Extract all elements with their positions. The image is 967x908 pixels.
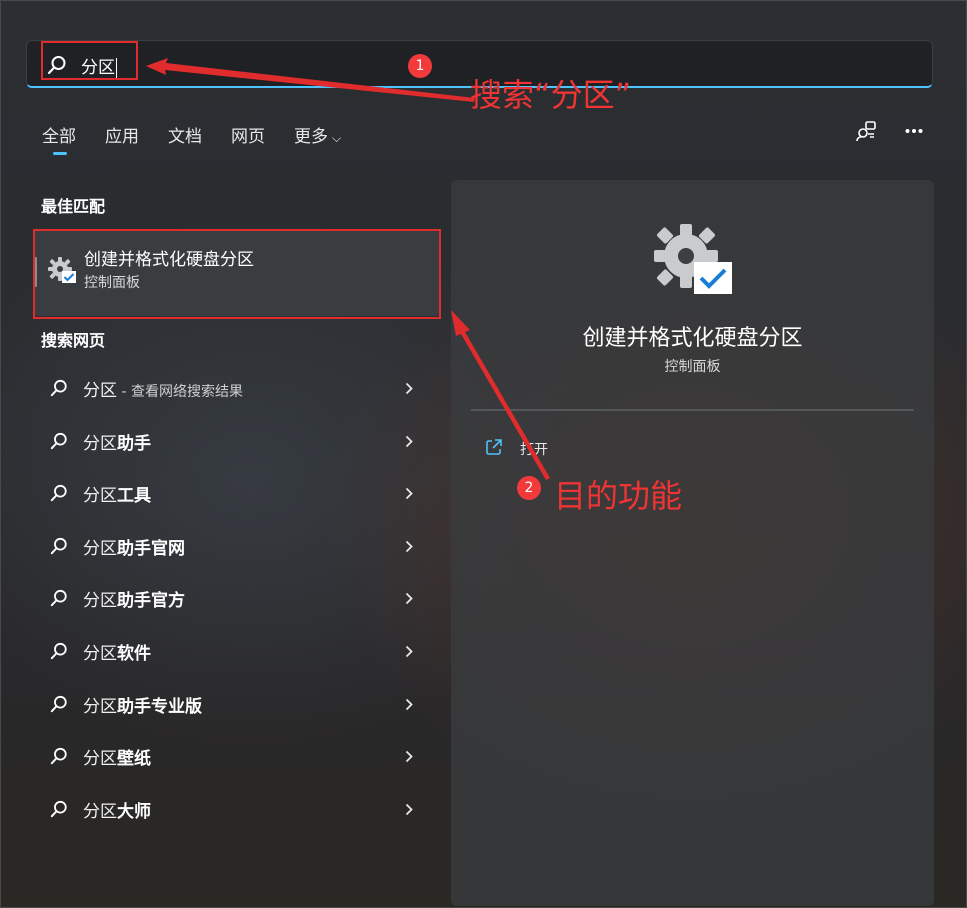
tab-more[interactable]: 更多 ⌵ (294, 122, 341, 147)
web-result-item[interactable]: 分区工具 (34, 466, 439, 519)
annotation-box-search (41, 41, 138, 80)
chevron-right-icon[interactable] (405, 696, 413, 715)
search-icon (50, 432, 68, 454)
annotation-label-2: 目的功能 (554, 477, 683, 515)
web-result-text: 分区壁纸 (83, 749, 151, 770)
web-result-item[interactable]: 分区助手官网 (34, 519, 439, 572)
annotation-label-1: 搜索“分区” (470, 76, 632, 114)
web-result-text: 分区工具 (83, 486, 151, 507)
annotation-box-best-match (33, 229, 441, 319)
annotation-badge-2: 2 (517, 476, 541, 500)
divider (471, 409, 914, 411)
more-options-icon[interactable] (905, 128, 923, 134)
tab-all[interactable]: 全部 (42, 122, 76, 155)
tab-web[interactable]: 网页 (231, 122, 265, 147)
open-external-icon (485, 438, 503, 460)
tab-documents[interactable]: 文档 (168, 122, 202, 147)
web-result-item[interactable]: 分区助手专业版 (34, 677, 439, 730)
search-icon (50, 589, 68, 611)
web-result-item[interactable]: 分区 - 查看网络搜索结果 (34, 361, 439, 414)
search-icon (50, 800, 68, 822)
chevron-right-icon[interactable] (405, 801, 413, 820)
web-result-item[interactable]: 分区壁纸 (34, 729, 439, 782)
web-result-text: 分区 - 查看网络搜索结果 (83, 381, 243, 401)
search-icon (50, 484, 68, 506)
filter-tabs: 全部 应用 文档 网页 更多 ⌵ (42, 122, 370, 155)
search-icon (50, 379, 68, 401)
preview-title: 创建并格式化硬盘分区 (582, 326, 803, 351)
settings-gear-check-icon (654, 222, 734, 302)
web-result-item[interactable]: 分区软件 (34, 624, 439, 677)
web-results-list: 分区 - 查看网络搜索结果 分区助手分区工具分区助手官网 分区助手官方 分区软件分区助… (34, 361, 439, 834)
web-result-text: 分区助手官网 (83, 538, 185, 559)
chevron-right-icon[interactable] (405, 538, 413, 557)
web-result-text: 分区大师 (83, 801, 151, 822)
tab-apps[interactable]: 应用 (105, 122, 139, 147)
web-result-text: 分区软件 (83, 643, 151, 664)
chevron-right-icon[interactable] (405, 485, 413, 504)
chevron-right-icon[interactable] (405, 380, 413, 399)
web-result-text: 分区助手专业版 (83, 696, 202, 717)
open-label: 打开 (520, 442, 548, 458)
search-icon (50, 642, 68, 664)
web-result-item[interactable]: 分区大师 (34, 782, 439, 835)
search-icon (50, 537, 68, 559)
web-result-text: 分区助手 (83, 433, 151, 454)
web-search-heading: 搜索网页 (41, 331, 106, 350)
preview-panel: 创建并格式化硬盘分区 控制面板 打开 (451, 180, 934, 906)
people-switch-icon[interactable] (855, 120, 877, 142)
chevron-right-icon[interactable] (405, 433, 413, 452)
chevron-right-icon[interactable] (405, 748, 413, 767)
web-result-item[interactable]: 分区助手 (34, 414, 439, 467)
best-match-heading: 最佳匹配 (41, 197, 106, 216)
chevron-right-icon[interactable] (405, 590, 413, 609)
search-icon (50, 747, 68, 769)
web-result-text: 分区助手官方 (83, 591, 185, 612)
chevron-right-icon[interactable] (405, 643, 413, 662)
chevron-down-icon: ⌵ (332, 131, 342, 145)
search-icon (50, 695, 68, 717)
web-result-item[interactable]: 分区助手官方 (34, 571, 439, 624)
preview-subtitle: 控制面板 (664, 359, 721, 375)
open-button[interactable]: 打开 (485, 438, 548, 460)
annotation-badge-1: 1 (408, 54, 432, 78)
